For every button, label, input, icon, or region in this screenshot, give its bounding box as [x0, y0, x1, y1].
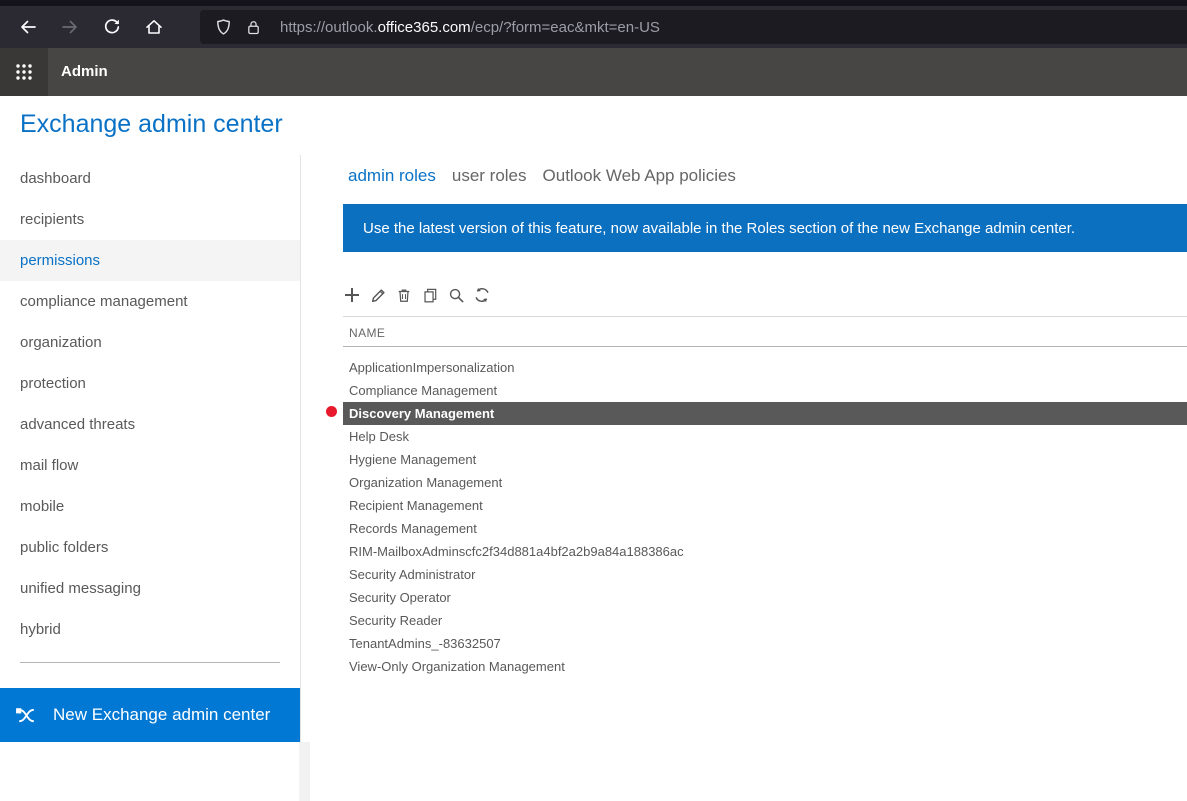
sidebar-item[interactable]: public folders — [0, 527, 300, 568]
table-row[interactable]: Discovery Management — [343, 402, 1187, 425]
tab[interactable]: user roles — [452, 166, 527, 186]
sidebar-item[interactable]: organization — [0, 322, 300, 363]
table-row[interactable]: Security Reader — [343, 609, 1187, 632]
sidebar-item[interactable]: mobile — [0, 486, 300, 527]
exchange-logo-icon — [14, 703, 39, 728]
sidebar-item[interactable]: permissions — [0, 240, 300, 281]
shield-icon[interactable] — [214, 18, 233, 37]
url-prefix: https://outlook. — [280, 19, 378, 36]
table-row[interactable]: Hygiene Management — [343, 448, 1187, 471]
info-banner-text: Use the latest version of this feature, … — [363, 220, 1075, 237]
sidebar-nav: dashboardrecipientspermissionscompliance… — [0, 158, 300, 650]
table-top-border — [343, 316, 1187, 317]
role-list: ApplicationImpersonalizationCompliance M… — [343, 356, 1187, 678]
sidebar-item[interactable]: hybrid — [0, 609, 300, 650]
info-banner: Use the latest version of this feature, … — [343, 204, 1187, 252]
sidebar-item[interactable]: protection — [0, 363, 300, 404]
copy-icon[interactable] — [421, 286, 439, 304]
app-launcher-waffle-icon[interactable] — [0, 48, 48, 96]
add-icon[interactable] — [343, 286, 361, 304]
url-domain: office365.com — [378, 19, 471, 36]
suite-bar: Admin — [0, 48, 1187, 96]
sidebar-item[interactable]: advanced threats — [0, 404, 300, 445]
table-header-border — [343, 346, 1187, 347]
suite-app-name[interactable]: Admin — [61, 48, 108, 96]
tab-bar: admin roles user roles Outlook Web App pol… — [348, 166, 736, 186]
forward-icon[interactable] — [54, 11, 86, 43]
browser-toolbar: https://outlook.office365.com/ecp/?form=… — [0, 6, 1187, 48]
tab[interactable]: Outlook Web App policies — [543, 166, 736, 186]
table-row[interactable]: Organization Management — [343, 471, 1187, 494]
table-row[interactable]: Recipient Management — [343, 494, 1187, 517]
new-eac-label: New Exchange admin center — [53, 705, 270, 725]
page-title: Exchange admin center — [20, 110, 283, 139]
tab[interactable]: admin roles — [348, 166, 436, 186]
sidebar-item[interactable]: recipients — [0, 199, 300, 240]
new-exchange-admin-center-button[interactable]: New Exchange admin center — [0, 688, 300, 742]
url-text[interactable]: https://outlook.office365.com/ecp/?form=… — [280, 19, 660, 36]
refresh-icon[interactable] — [473, 286, 491, 304]
sidebar-divider — [20, 662, 280, 663]
sidebar-item[interactable]: compliance management — [0, 281, 300, 322]
search-icon[interactable] — [447, 286, 465, 304]
sidebar-item[interactable]: dashboard — [0, 158, 300, 199]
address-bar[interactable]: https://outlook.office365.com/ecp/?form=… — [200, 10, 1187, 44]
table-row[interactable]: Security Administrator — [343, 563, 1187, 586]
sidebar-border — [300, 155, 301, 801]
sidebar-item[interactable]: unified messaging — [0, 568, 300, 609]
reload-icon[interactable] — [96, 11, 128, 43]
table-row[interactable]: Help Desk — [343, 425, 1187, 448]
url-path: /ecp/?form=eac&mkt=en-US — [471, 19, 660, 36]
edit-icon[interactable] — [369, 286, 387, 304]
annotation-click-dot — [326, 406, 337, 417]
table-row[interactable]: Security Operator — [343, 586, 1187, 609]
sidebar-scrollbar[interactable] — [299, 742, 310, 801]
list-toolbar — [343, 286, 491, 304]
table-row[interactable]: Compliance Management — [343, 379, 1187, 402]
table-row[interactable]: ApplicationImpersonalization — [343, 356, 1187, 379]
table-row[interactable]: Records Management — [343, 517, 1187, 540]
table-row[interactable]: View-Only Organization Management — [343, 655, 1187, 678]
delete-icon[interactable] — [395, 286, 413, 304]
table-row[interactable]: TenantAdmins_-83632507 — [343, 632, 1187, 655]
table-row[interactable]: RIM-MailboxAdminscfc2f34d881a4bf2a2b9a84… — [343, 540, 1187, 563]
table-column-header[interactable]: NAME — [349, 326, 385, 340]
lock-icon[interactable] — [245, 19, 262, 36]
sidebar-item[interactable]: mail flow — [0, 445, 300, 486]
home-icon[interactable] — [138, 11, 170, 43]
back-icon[interactable] — [12, 11, 44, 43]
